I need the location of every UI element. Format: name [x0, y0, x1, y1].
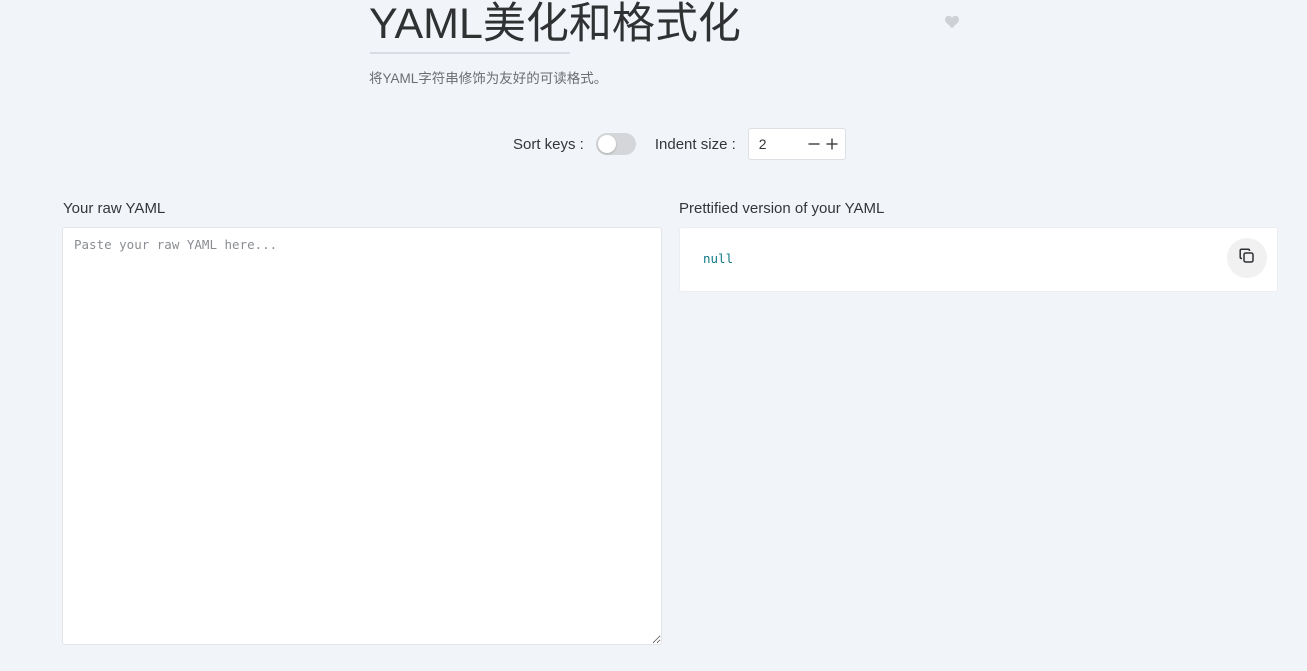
plus-icon[interactable]: [823, 135, 841, 153]
prettified-code: null: [703, 251, 734, 266]
copy-icon: [1238, 247, 1256, 270]
page-title: YAML美化和格式化: [369, 0, 741, 48]
indent-size-label: Indent size :: [654, 135, 736, 153]
options-bar: Sort keys : Indent size :: [513, 127, 846, 161]
sort-keys-label: Sort keys :: [513, 135, 584, 153]
minus-icon[interactable]: [805, 135, 823, 153]
indent-size-stepper: [747, 128, 846, 160]
page: YAML美化和格式化 将YAML字符串修饰为友好的可读格式。 Sort keys…: [0, 0, 1307, 671]
copy-button[interactable]: [1227, 238, 1267, 278]
raw-yaml-label: Your raw YAML: [63, 200, 166, 217]
sort-keys-toggle[interactable]: [595, 133, 636, 155]
title-underline: [370, 52, 570, 54]
prettified-yaml-output: null: [679, 227, 1278, 292]
page-subtitle: 将YAML字符串修饰为友好的可读格式。: [369, 71, 608, 86]
prettified-yaml-label: Prettified version of your YAML: [679, 200, 885, 217]
toggle-knob: [597, 135, 616, 153]
raw-yaml-input[interactable]: [62, 227, 662, 645]
heart-icon[interactable]: [944, 14, 960, 30]
indent-size-input[interactable]: [758, 136, 805, 152]
